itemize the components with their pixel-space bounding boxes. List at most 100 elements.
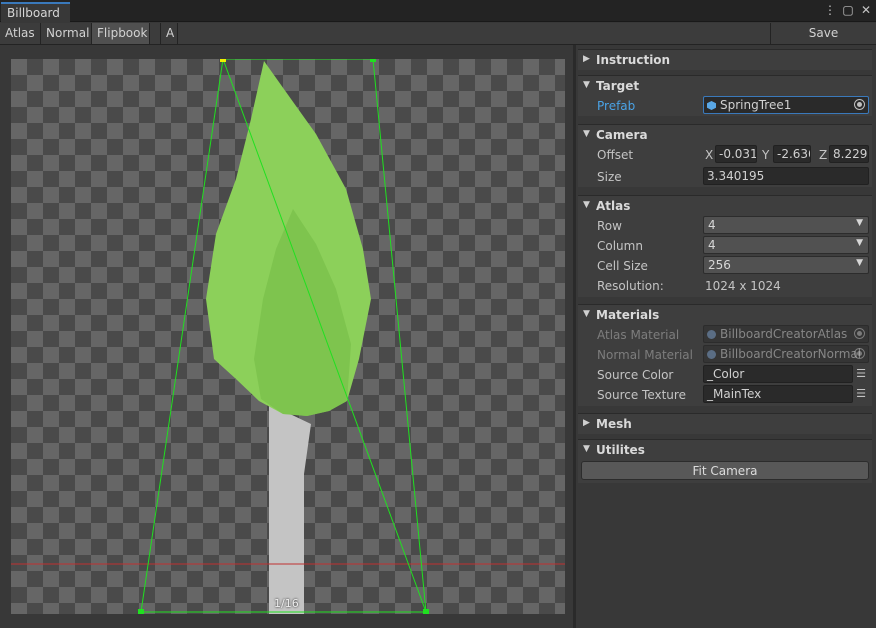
- close-icon[interactable]: ✕: [860, 3, 872, 17]
- object-picker-icon: [854, 348, 865, 359]
- chevron-down-icon: ▼: [583, 129, 590, 139]
- offset-z-field[interactable]: 8.2298: [829, 145, 869, 163]
- offset-x-label[interactable]: X: [705, 148, 713, 162]
- size-label: Size: [597, 170, 622, 184]
- utilites-title: Utilites: [596, 443, 645, 457]
- inspector-panel: ▶ Instruction ▼ Target Prefab SpringTree…: [578, 47, 874, 627]
- atlas-material-value: BillboardCreatorAtlas: [720, 327, 848, 341]
- material-icon: [707, 350, 716, 359]
- mesh-header[interactable]: ▶ Mesh: [578, 414, 872, 434]
- source-texture-row: Source Texture _MainTex ☰: [578, 385, 872, 405]
- resolution-label: Resolution:: [597, 279, 664, 293]
- object-picker-icon: [854, 328, 865, 339]
- handle-top-left: [220, 59, 226, 62]
- offset-x-field[interactable]: -0.031: [715, 145, 757, 163]
- chevron-right-icon: ▶: [583, 54, 590, 64]
- handle-top-right: [370, 59, 376, 62]
- source-texture-field[interactable]: _MainTex: [703, 385, 853, 403]
- chevron-right-icon: ▶: [583, 418, 590, 428]
- size-field[interactable]: 3.340195: [703, 167, 869, 185]
- normal-material-field: BillboardCreatorNormal: [703, 345, 869, 363]
- toolbar: Atlas Normal Flipbook A Save: [0, 23, 876, 45]
- window-controls: ⋮ ▢ ✕: [824, 3, 872, 17]
- camera-header[interactable]: ▼ Camera: [578, 125, 872, 145]
- offset-y-label[interactable]: Y: [762, 148, 769, 162]
- materials-header[interactable]: ▼ Materials: [578, 305, 872, 325]
- section-instruction: ▶ Instruction: [578, 49, 872, 70]
- camera-title: Camera: [596, 128, 648, 142]
- atlas-header[interactable]: ▼ Atlas: [578, 196, 872, 216]
- chevron-down-icon: ▼: [856, 238, 863, 248]
- window-tab-bar: Billboard ⋮ ▢ ✕: [0, 0, 876, 22]
- source-color-label: Source Color: [597, 368, 674, 382]
- alpha-toggle[interactable]: A: [160, 23, 178, 44]
- hamburger-menu-icon[interactable]: ☰: [856, 367, 866, 380]
- more-vertical-icon[interactable]: ⋮: [824, 3, 836, 17]
- chevron-down-icon: ▼: [583, 200, 590, 210]
- source-color-field[interactable]: _Color: [703, 365, 853, 383]
- column-row: Column 4 ▼: [578, 236, 872, 256]
- handle-bottom-right: [423, 609, 429, 614]
- row-row: Row 4 ▼: [578, 216, 872, 236]
- atlas-material-field: BillboardCreatorAtlas: [703, 325, 869, 343]
- save-button[interactable]: Save: [770, 23, 876, 44]
- tree-trunk: [269, 404, 311, 614]
- flipbook-toggle[interactable]: Flipbook: [92, 23, 150, 44]
- material-icon: [707, 330, 716, 339]
- cell-size-row: Cell Size 256 ▼: [578, 256, 872, 276]
- materials-title: Materials: [596, 308, 660, 322]
- atlas-material-label: Atlas Material: [597, 328, 680, 342]
- row-dropdown[interactable]: 4 ▼: [703, 216, 869, 234]
- frame-counter: 1/16: [274, 597, 299, 610]
- section-atlas: ▼ Atlas Row 4 ▼ Column 4 ▼ Cell Size 256…: [578, 195, 872, 297]
- offset-row: Offset X -0.031 Y -2.636 Z 8.2298: [578, 145, 872, 165]
- cell-size-dropdown[interactable]: 256 ▼: [703, 256, 869, 274]
- chevron-down-icon: ▼: [856, 218, 863, 228]
- maximize-icon[interactable]: ▢: [842, 3, 854, 17]
- panel-divider[interactable]: [573, 45, 576, 628]
- prefab-row: Prefab SpringTree1: [578, 96, 872, 116]
- source-color-row: Source Color _Color ☰: [578, 365, 872, 385]
- size-row: Size 3.340195: [578, 167, 872, 187]
- chevron-down-icon: ▼: [583, 80, 590, 90]
- offset-z-label[interactable]: Z: [819, 148, 827, 162]
- offset-y-field[interactable]: -2.636: [773, 145, 811, 163]
- target-header[interactable]: ▼ Target: [578, 76, 872, 96]
- mesh-title: Mesh: [596, 417, 632, 431]
- object-picker-icon[interactable]: [854, 99, 865, 110]
- prefab-value: SpringTree1: [720, 98, 792, 112]
- prefab-label: Prefab: [597, 99, 636, 113]
- cell-size-label: Cell Size: [597, 259, 648, 273]
- normal-toggle[interactable]: Normal: [41, 23, 92, 44]
- cell-size-value: 256: [708, 258, 731, 272]
- atlas-toggle[interactable]: Atlas: [0, 23, 41, 44]
- row-value: 4: [708, 218, 716, 232]
- section-materials: ▼ Materials Atlas Material BillboardCrea…: [578, 304, 872, 406]
- handle-bottom-left: [138, 609, 144, 614]
- instruction-title: Instruction: [596, 53, 671, 67]
- billboard-preview[interactable]: 1/16: [11, 59, 565, 614]
- utilites-header[interactable]: ▼ Utilites: [578, 440, 872, 460]
- section-mesh: ▶ Mesh: [578, 413, 872, 434]
- chevron-down-icon: ▼: [583, 309, 590, 319]
- preview-canvas: [11, 59, 565, 614]
- section-camera: ▼ Camera Offset X -0.031 Y -2.636 Z 8.22…: [578, 124, 872, 187]
- prefab-field[interactable]: SpringTree1: [703, 96, 869, 114]
- source-texture-label: Source Texture: [597, 388, 686, 402]
- fit-camera-button[interactable]: Fit Camera: [581, 461, 869, 480]
- atlas-title: Atlas: [596, 199, 631, 213]
- resolution-value: 1024 x 1024: [705, 279, 781, 293]
- offset-label: Offset: [597, 148, 634, 162]
- normal-material-value: BillboardCreatorNormal: [720, 347, 862, 361]
- normal-material-row: Normal Material BillboardCreatorNormal: [578, 345, 872, 365]
- column-value: 4: [708, 238, 716, 252]
- section-target: ▼ Target Prefab SpringTree1: [578, 75, 872, 116]
- prefab-cube-icon: [707, 101, 716, 110]
- hamburger-menu-icon[interactable]: ☰: [856, 387, 866, 400]
- normal-material-label: Normal Material: [597, 348, 693, 362]
- column-label: Column: [597, 239, 643, 253]
- instruction-header[interactable]: ▶ Instruction: [578, 50, 872, 70]
- tab-billboard[interactable]: Billboard: [1, 2, 70, 22]
- resolution-row: Resolution: 1024 x 1024: [578, 276, 872, 296]
- column-dropdown[interactable]: 4 ▼: [703, 236, 869, 254]
